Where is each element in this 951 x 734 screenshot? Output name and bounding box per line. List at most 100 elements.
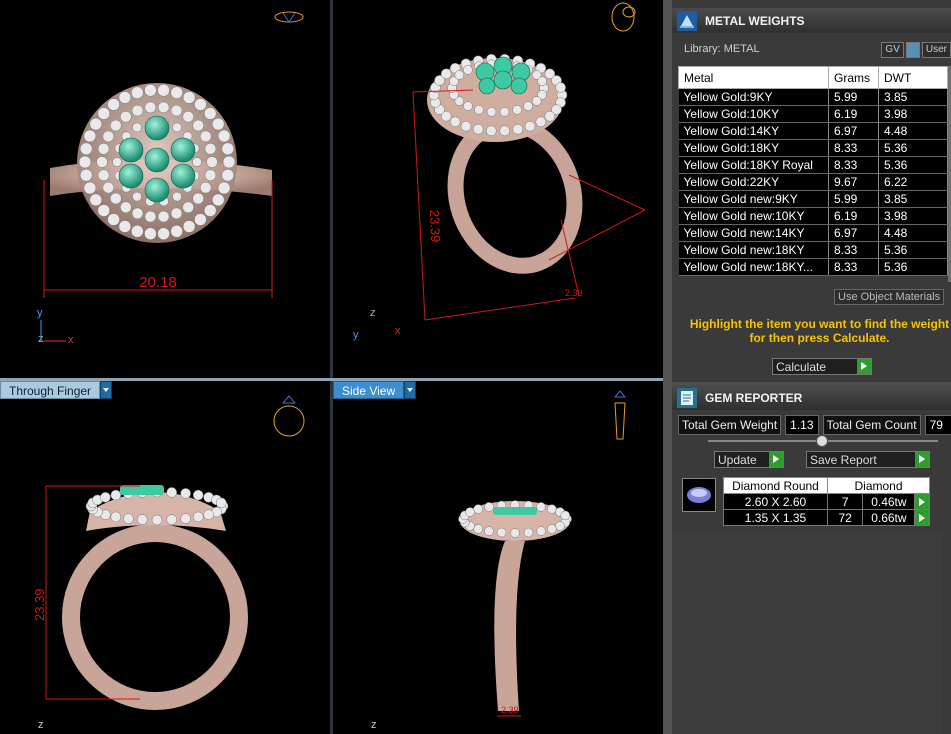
viewport-front[interactable]: Through Finger 23.39 z <box>0 381 330 734</box>
table-row[interactable]: Yellow Gold:18KY Royal 8.33 5.36 <box>678 156 948 174</box>
play-arrow-icon[interactable] <box>914 493 930 510</box>
gv-toggle[interactable]: GV <box>881 42 904 58</box>
diamond-stone <box>221 168 235 182</box>
table-row[interactable]: Yellow Gold:22KY 9.67 6.22 <box>678 173 948 191</box>
metal-weights-header[interactable]: METAL WEIGHTS <box>672 8 951 33</box>
chevron-down-icon <box>100 381 113 399</box>
calculate-button[interactable]: Calculate <box>772 358 872 375</box>
column-header-dwt[interactable]: DWT <box>878 66 948 89</box>
diamond-stone <box>484 526 494 536</box>
diamond-stone <box>547 524 557 534</box>
diamond-stone <box>131 207 144 220</box>
mini-ring-persp-icon <box>611 2 636 32</box>
viewport-perspective[interactable]: 23.39 2.39 z y x <box>333 0 663 378</box>
table-row[interactable]: Yellow Gold:9KY 5.99 3.85 <box>678 88 948 106</box>
gem-report-icon <box>675 387 699 409</box>
diamond-stone <box>199 130 212 143</box>
diamond-stone <box>449 116 461 128</box>
play-arrow-icon <box>915 452 929 467</box>
diamond-stone <box>555 521 565 531</box>
save-report-button[interactable]: Save Report <box>806 451 930 468</box>
diamond-stone <box>157 227 170 240</box>
diamond-stone <box>217 129 231 143</box>
diamond-stone <box>473 524 483 534</box>
gem-row[interactable]: 1.35 X 1.35 72 0.66tw <box>723 509 930 526</box>
diamond-stone <box>547 504 557 514</box>
viewport-top[interactable]: 20.18 y z x <box>0 0 330 378</box>
diamond-stone <box>170 86 183 99</box>
total-gem-weight-label: Total Gem Weight <box>678 415 782 435</box>
diamond-stone <box>211 117 225 131</box>
gem-row[interactable]: 2.60 X 2.60 7 0.46tw <box>723 493 930 510</box>
table-row[interactable]: Yellow Gold new:9KY 5.99 3.85 <box>678 190 948 208</box>
diamond-stone <box>96 156 108 168</box>
use-object-materials-checkbox[interactable]: Use Object Materials <box>834 289 945 305</box>
table-row[interactable]: Yellow Gold:14KY 6.97 4.48 <box>678 122 948 140</box>
metal-weights-table: Metal Grams DWT Yellow Gold:9KY 5.99 3.85 … <box>678 66 948 276</box>
column-header-grams[interactable]: Grams <box>828 66 879 89</box>
diamond-stone <box>199 181 212 194</box>
diamond-stone <box>107 98 120 111</box>
diamond-stone <box>144 84 157 97</box>
update-button[interactable]: Update <box>714 451 784 468</box>
library-label: Library: METAL <box>684 43 760 55</box>
diamond-stone <box>166 514 177 525</box>
gv-toggle-indicator[interactable] <box>905 42 920 58</box>
table-row[interactable]: Yellow Gold:18KY 8.33 5.36 <box>678 139 948 157</box>
diamond-stone <box>131 86 144 99</box>
diamond-stone <box>499 125 510 137</box>
diamond-stone <box>536 502 546 512</box>
svg-text:x: x <box>68 334 74 346</box>
diamond-stone <box>192 119 204 132</box>
diamond-stone <box>192 511 204 523</box>
viewport-side[interactable]: Side View 2.39 z <box>333 381 663 734</box>
diamond-stone <box>182 110 194 123</box>
svg-text:z: z <box>370 307 376 319</box>
diamond-stone <box>544 110 556 122</box>
persp-dimension-width: 2.39 <box>565 288 583 298</box>
diamond-round-thumbnail[interactable] <box>682 478 716 512</box>
table-row[interactable]: Yellow Gold new:18KY... 8.33 5.36 <box>678 258 948 276</box>
diamond-stone <box>89 117 103 131</box>
diamond-stone <box>151 514 163 526</box>
diamond-stone <box>535 116 547 128</box>
diamond-stone <box>118 91 132 104</box>
total-gem-count-label: Total Gem Count <box>822 415 921 435</box>
diamond-stone <box>118 220 132 233</box>
diamond-stone <box>166 487 177 498</box>
diamond-stone <box>194 213 207 226</box>
diamond-stone <box>131 225 144 238</box>
table-row[interactable]: Yellow Gold new:18KY 8.33 5.36 <box>678 241 948 259</box>
diamond-stone <box>172 122 182 133</box>
user-toggle[interactable]: User <box>921 42 951 58</box>
diamond-stone <box>157 210 170 223</box>
diamond-stone <box>170 207 183 220</box>
persp-dimension-height: 23.39 <box>427 210 443 243</box>
gem-reporter-header[interactable]: GEM REPORTER <box>672 385 951 410</box>
diamond-stone <box>484 502 494 512</box>
column-header-metal[interactable]: Metal <box>678 66 829 89</box>
ring-side-render: 2.39 z <box>371 390 627 731</box>
front-view-dropdown[interactable]: Through Finger <box>0 381 113 399</box>
diamond-stone <box>97 204 111 217</box>
diamond-stone <box>180 513 191 524</box>
gem-report-slider-handle[interactable] <box>816 435 828 447</box>
viewport-splitter-vertical[interactable] <box>330 0 333 734</box>
diamond-stone <box>192 157 202 167</box>
table-row[interactable]: Yellow Gold new:10KY 6.19 3.98 <box>678 207 948 225</box>
diamond-stone <box>170 104 183 117</box>
svg-text:z: z <box>371 719 377 731</box>
side-view-dropdown[interactable]: Side View <box>333 381 417 399</box>
play-arrow-icon[interactable] <box>914 509 930 526</box>
diamond-stone <box>132 122 142 133</box>
play-arrow-icon <box>769 452 783 467</box>
diamond-stone <box>172 191 182 202</box>
diamond-stone <box>110 489 122 501</box>
table-row[interactable]: Yellow Gold:10KY 6.19 3.98 <box>678 105 948 123</box>
diamond-stone <box>512 105 522 115</box>
table-row[interactable]: Yellow Gold new:14KY 6.97 4.48 <box>678 224 948 242</box>
diamond-stone <box>194 98 207 111</box>
diamond-stone <box>97 107 111 120</box>
diamond-stone <box>170 225 183 238</box>
diamond-stone <box>510 528 520 538</box>
